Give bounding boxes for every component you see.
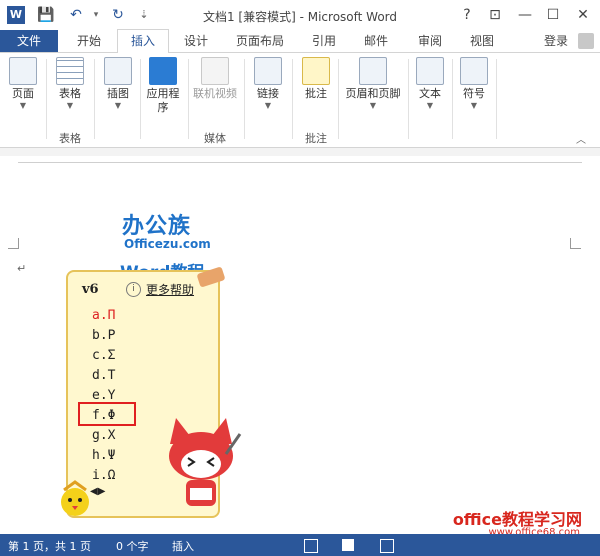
paragraph-mark: ↵ xyxy=(17,262,27,275)
illustrations-button[interactable]: 插图 ▼ xyxy=(100,57,136,111)
tab-file[interactable]: 文件 xyxy=(0,30,58,52)
word-app-icon[interactable]: W xyxy=(7,6,25,24)
user-avatar[interactable] xyxy=(578,33,594,49)
redo-icon[interactable]: ↻ xyxy=(108,6,128,24)
chevron-down-icon: ▼ xyxy=(114,101,122,110)
group-label-table: 表格 xyxy=(59,132,81,145)
page-icon xyxy=(9,57,37,85)
symbol-icon xyxy=(460,57,488,85)
chick-illustration xyxy=(61,480,89,516)
comment-icon xyxy=(302,57,330,85)
tab-view[interactable]: 视图 xyxy=(458,30,506,52)
candidate-item[interactable]: d.Τ xyxy=(92,368,115,383)
window-title: 文档1 [兼容模式] - Microsoft Word xyxy=(202,10,398,24)
candidate-item[interactable]: g.Χ xyxy=(92,428,115,443)
header-footer-button[interactable]: 页眉和页脚 ▼ xyxy=(342,57,404,111)
maximize-button[interactable]: ☐ xyxy=(540,5,566,25)
status-bar: 第 1 页，共 1 页 0 个字 插入 xyxy=(0,534,600,556)
customize-qat-icon[interactable]: ⇣ xyxy=(134,6,154,24)
page-count[interactable]: 第 1 页，共 1 页 xyxy=(8,538,91,554)
link-icon xyxy=(254,57,282,85)
web-layout-icon[interactable] xyxy=(380,539,394,553)
chevron-down-icon: ▼ xyxy=(19,101,27,110)
undo-icon[interactable]: ↶ xyxy=(66,6,86,24)
table-icon xyxy=(56,57,84,85)
ribbon-tabs: 文件 开始 插入 设计 页面布局 引用 邮件 审阅 视图 登录 xyxy=(0,29,600,54)
page-top-edge xyxy=(18,162,582,163)
minimize-button[interactable]: — xyxy=(512,5,538,25)
chevron-down-icon: ▼ xyxy=(426,101,434,110)
candidate-item[interactable]: e.Υ xyxy=(92,388,115,403)
apps-icon xyxy=(149,57,177,85)
comment-button[interactable]: 批注 xyxy=(298,57,334,101)
close-button[interactable]: ✕ xyxy=(570,5,596,25)
text-icon xyxy=(416,57,444,85)
info-icon[interactable]: i xyxy=(126,282,141,297)
watermark-logo: 办公族 xyxy=(122,214,192,239)
ribbon-display-button[interactable]: ⊡ xyxy=(482,5,508,25)
login-link[interactable]: 登录 xyxy=(536,30,576,52)
apps-button[interactable]: 应用程 序 xyxy=(142,57,184,115)
video-icon xyxy=(201,57,229,85)
word-count[interactable]: 0 个字 xyxy=(116,538,149,554)
crop-mark xyxy=(8,238,19,249)
help-button[interactable]: ? xyxy=(454,5,480,25)
tab-review[interactable]: 审阅 xyxy=(406,30,454,52)
text-button[interactable]: 文本 ▼ xyxy=(414,57,446,111)
tab-mailings[interactable]: 邮件 xyxy=(352,30,400,52)
tab-design[interactable]: 设计 xyxy=(172,30,220,52)
mascot-fox-illustration xyxy=(169,418,242,506)
highlight-box xyxy=(78,402,136,426)
ime-typed-text: v6 xyxy=(82,282,99,297)
table-button[interactable]: 表格 ▼ xyxy=(52,57,88,111)
ribbon-shadow xyxy=(0,148,600,156)
chevron-down-icon: ▼ xyxy=(66,101,74,110)
group-label-media: 媒体 xyxy=(204,132,226,145)
more-help-link[interactable]: 更多帮助 xyxy=(146,281,194,298)
group-label-comment: 批注 xyxy=(305,132,327,145)
page-button[interactable]: 页面 ▼ xyxy=(6,57,40,111)
insert-mode[interactable]: 插入 xyxy=(172,538,194,554)
ribbon-insert: 页面 ▼ 表格 ▼ 表格 插图 ▼ 应用程 序 联机视频 媒体 链接 ▼ 批注 … xyxy=(0,53,600,148)
save-icon[interactable]: 💾 xyxy=(36,6,56,24)
online-video-button[interactable]: 联机视频 xyxy=(190,57,240,101)
chevron-down-icon: ▼ xyxy=(369,101,377,110)
print-layout-icon[interactable] xyxy=(342,539,354,551)
candidate-item[interactable]: c.Σ xyxy=(92,348,115,363)
header-footer-icon xyxy=(359,57,387,85)
links-button[interactable]: 链接 ▼ xyxy=(250,57,286,111)
chevron-down-icon: ▼ xyxy=(264,101,272,110)
tab-page-layout[interactable]: 页面布局 xyxy=(226,30,294,52)
candidate-item[interactable]: h.Ψ xyxy=(92,448,115,463)
illustration-icon xyxy=(104,57,132,85)
title-bar: W 💾 ↶ ▾ ↻ ⇣ 文档1 [兼容模式] - Microsoft Word … xyxy=(0,0,600,30)
watermark-url: Officezu.com xyxy=(124,237,211,251)
crop-mark xyxy=(570,238,581,249)
undo-dropdown-icon[interactable]: ▾ xyxy=(86,6,106,24)
tab-references[interactable]: 引用 xyxy=(300,30,348,52)
tab-home[interactable]: 开始 xyxy=(64,30,114,52)
chevron-down-icon: ▼ xyxy=(470,101,478,110)
candidate-item[interactable]: b.Ρ xyxy=(92,328,115,343)
candidate-item[interactable]: a.Π xyxy=(92,308,115,323)
tab-insert[interactable]: 插入 xyxy=(117,29,169,54)
read-mode-icon[interactable] xyxy=(304,539,318,553)
collapse-ribbon-icon[interactable]: ︿ xyxy=(576,131,586,146)
symbol-button[interactable]: 符号 ▼ xyxy=(458,57,490,111)
